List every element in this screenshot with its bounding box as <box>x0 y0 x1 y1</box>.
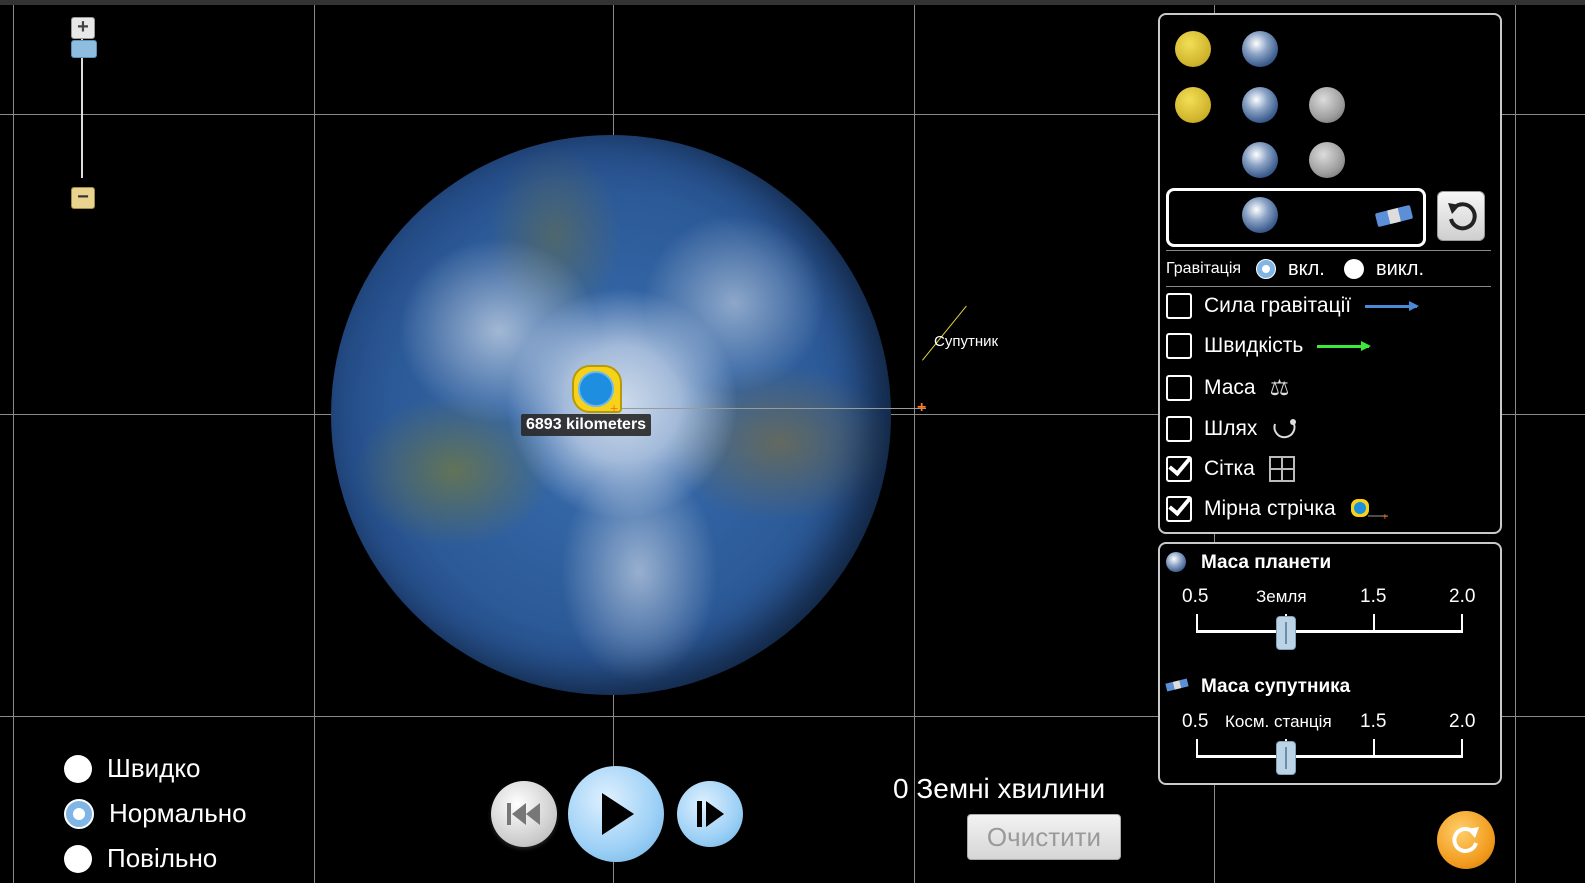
satellite-mass-slider-track[interactable] <box>1196 755 1463 758</box>
speed-option-normal[interactable]: Нормально <box>64 798 247 829</box>
tick-label: 1.5 <box>1360 711 1387 732</box>
blue-arrow-icon <box>1365 300 1420 311</box>
gravity-on-radio[interactable] <box>1256 259 1276 279</box>
divider <box>1166 286 1491 287</box>
clear-button[interactable]: Очистити <box>967 814 1121 860</box>
elapsed-time: 0 Земні хвилини <box>893 773 1106 804</box>
reset-all-icon <box>1452 826 1479 853</box>
checkbox[interactable] <box>1166 333 1192 359</box>
gravity-label: Гравітація <box>1166 260 1242 277</box>
checkbox-checked[interactable] <box>1166 456 1192 482</box>
satellite-mass-title: Маса супутника <box>1201 676 1351 697</box>
zoom-track <box>81 38 83 178</box>
play-button[interactable] <box>568 766 664 862</box>
preset-sun-earth-moon-earth-icon[interactable] <box>1242 87 1278 123</box>
tick-label: 0.5 <box>1182 586 1209 607</box>
measuring-tape-icon: + <box>1350 499 1388 522</box>
zoom-in-button[interactable]: + <box>71 17 95 39</box>
reset-all-button[interactable] <box>1437 811 1495 869</box>
slider-tick <box>1461 614 1463 632</box>
checkbox[interactable] <box>1166 375 1192 401</box>
satellite-label: Супутник <box>934 333 999 350</box>
play-icon <box>602 793 634 835</box>
preset-sun-earth-sun-icon[interactable] <box>1175 31 1211 67</box>
speed-option-label: Повільно <box>107 843 218 873</box>
slider-tick <box>1373 739 1375 757</box>
preset-earth-moon-moon-icon[interactable] <box>1309 142 1345 178</box>
step-forward-button[interactable] <box>677 781 743 847</box>
checkbox-label: Маса <box>1204 376 1256 399</box>
divider <box>1166 250 1491 251</box>
slider-tick <box>1196 739 1198 757</box>
measuring-tape-icon <box>578 371 614 407</box>
preset-sun-earth-moon-sun-icon[interactable] <box>1175 87 1211 123</box>
checkbox-measuring-tape[interactable]: Мірна стрічка + <box>1166 494 1390 524</box>
planet-mass-slider-thumb[interactable] <box>1276 616 1296 650</box>
radio-button-selected[interactable] <box>64 798 94 829</box>
checkbox-velocity[interactable]: Швидкість <box>1166 331 1372 361</box>
planet-mass-slider-track[interactable] <box>1196 630 1463 633</box>
zoom-out-button[interactable]: − <box>71 187 95 209</box>
checkbox-path[interactable]: Шлях <box>1166 414 1299 444</box>
grid-icon <box>1268 456 1295 482</box>
speed-option-slow[interactable]: Повільно <box>64 843 217 874</box>
tick-label: Земля <box>1256 587 1307 606</box>
planet-mass-title: Маса планети <box>1201 552 1332 573</box>
step-forward-icon <box>697 801 724 827</box>
checkbox-label: Мірна стрічка <box>1204 497 1336 520</box>
measuring-tape-line <box>612 408 926 409</box>
tick-label: Косм. станція <box>1225 712 1332 731</box>
slider-tick <box>1461 739 1463 757</box>
speed-option-label: Швидко <box>107 753 201 783</box>
green-arrow-icon <box>1317 340 1372 351</box>
preset-earth-moon-earth-icon[interactable] <box>1242 142 1278 178</box>
speed-option-label: Нормально <box>109 798 247 828</box>
checkbox-label: Сітка <box>1204 457 1255 480</box>
path-icon <box>1273 419 1297 439</box>
gravity-on-label: вкл. <box>1288 258 1325 280</box>
radio-button[interactable] <box>64 754 92 783</box>
checkbox-label: Сила гравітації <box>1204 294 1352 317</box>
zoom-slider-thumb[interactable] <box>71 40 97 58</box>
preset-sun-earth-moon-moon-icon[interactable] <box>1309 87 1345 123</box>
svg-text:+: + <box>1382 512 1388 522</box>
tick-label: 2.0 <box>1449 711 1476 732</box>
checkbox-grid[interactable]: Сітка <box>1166 454 1295 484</box>
tape-start-crosshair-icon: + <box>610 400 619 416</box>
rewind-button[interactable] <box>491 781 557 847</box>
gravity-off-label: викл. <box>1376 258 1424 280</box>
checkbox-mass[interactable]: Маса ⚖ <box>1166 373 1289 403</box>
tape-reading: 6893 kilometers <box>521 414 652 436</box>
preset-sun-earth-earth-icon[interactable] <box>1242 31 1278 67</box>
checkbox[interactable] <box>1166 416 1192 442</box>
earth-icon <box>1166 552 1186 572</box>
tick-label: 0.5 <box>1182 711 1209 732</box>
checkbox-label: Швидкість <box>1204 334 1304 357</box>
rewind-icon <box>507 803 540 825</box>
balance-scale-icon: ⚖ <box>1269 375 1290 400</box>
speed-option-fast[interactable]: Швидко <box>64 753 200 784</box>
reset-preset-button[interactable] <box>1437 191 1485 241</box>
radio-button[interactable] <box>64 844 92 873</box>
checkbox-checked[interactable] <box>1166 496 1192 522</box>
checkbox[interactable] <box>1166 293 1192 319</box>
tick-label: 2.0 <box>1449 586 1476 607</box>
mass-sliders-panel <box>1158 542 1502 785</box>
satellite-mass-slider-thumb[interactable] <box>1276 741 1296 775</box>
top-bar <box>0 0 1585 5</box>
earth-icon <box>1242 197 1278 233</box>
tick-label: 1.5 <box>1360 586 1387 607</box>
slider-tick <box>1373 614 1375 632</box>
reset-icon <box>1448 202 1477 231</box>
gravity-off-radio[interactable] <box>1344 259 1364 279</box>
slider-tick <box>1196 614 1198 632</box>
checkbox-label: Шлях <box>1204 417 1258 440</box>
checkbox-gravity-force[interactable]: Сила гравітації <box>1166 291 1420 321</box>
tape-end-crosshair-icon[interactable]: + <box>917 400 926 416</box>
